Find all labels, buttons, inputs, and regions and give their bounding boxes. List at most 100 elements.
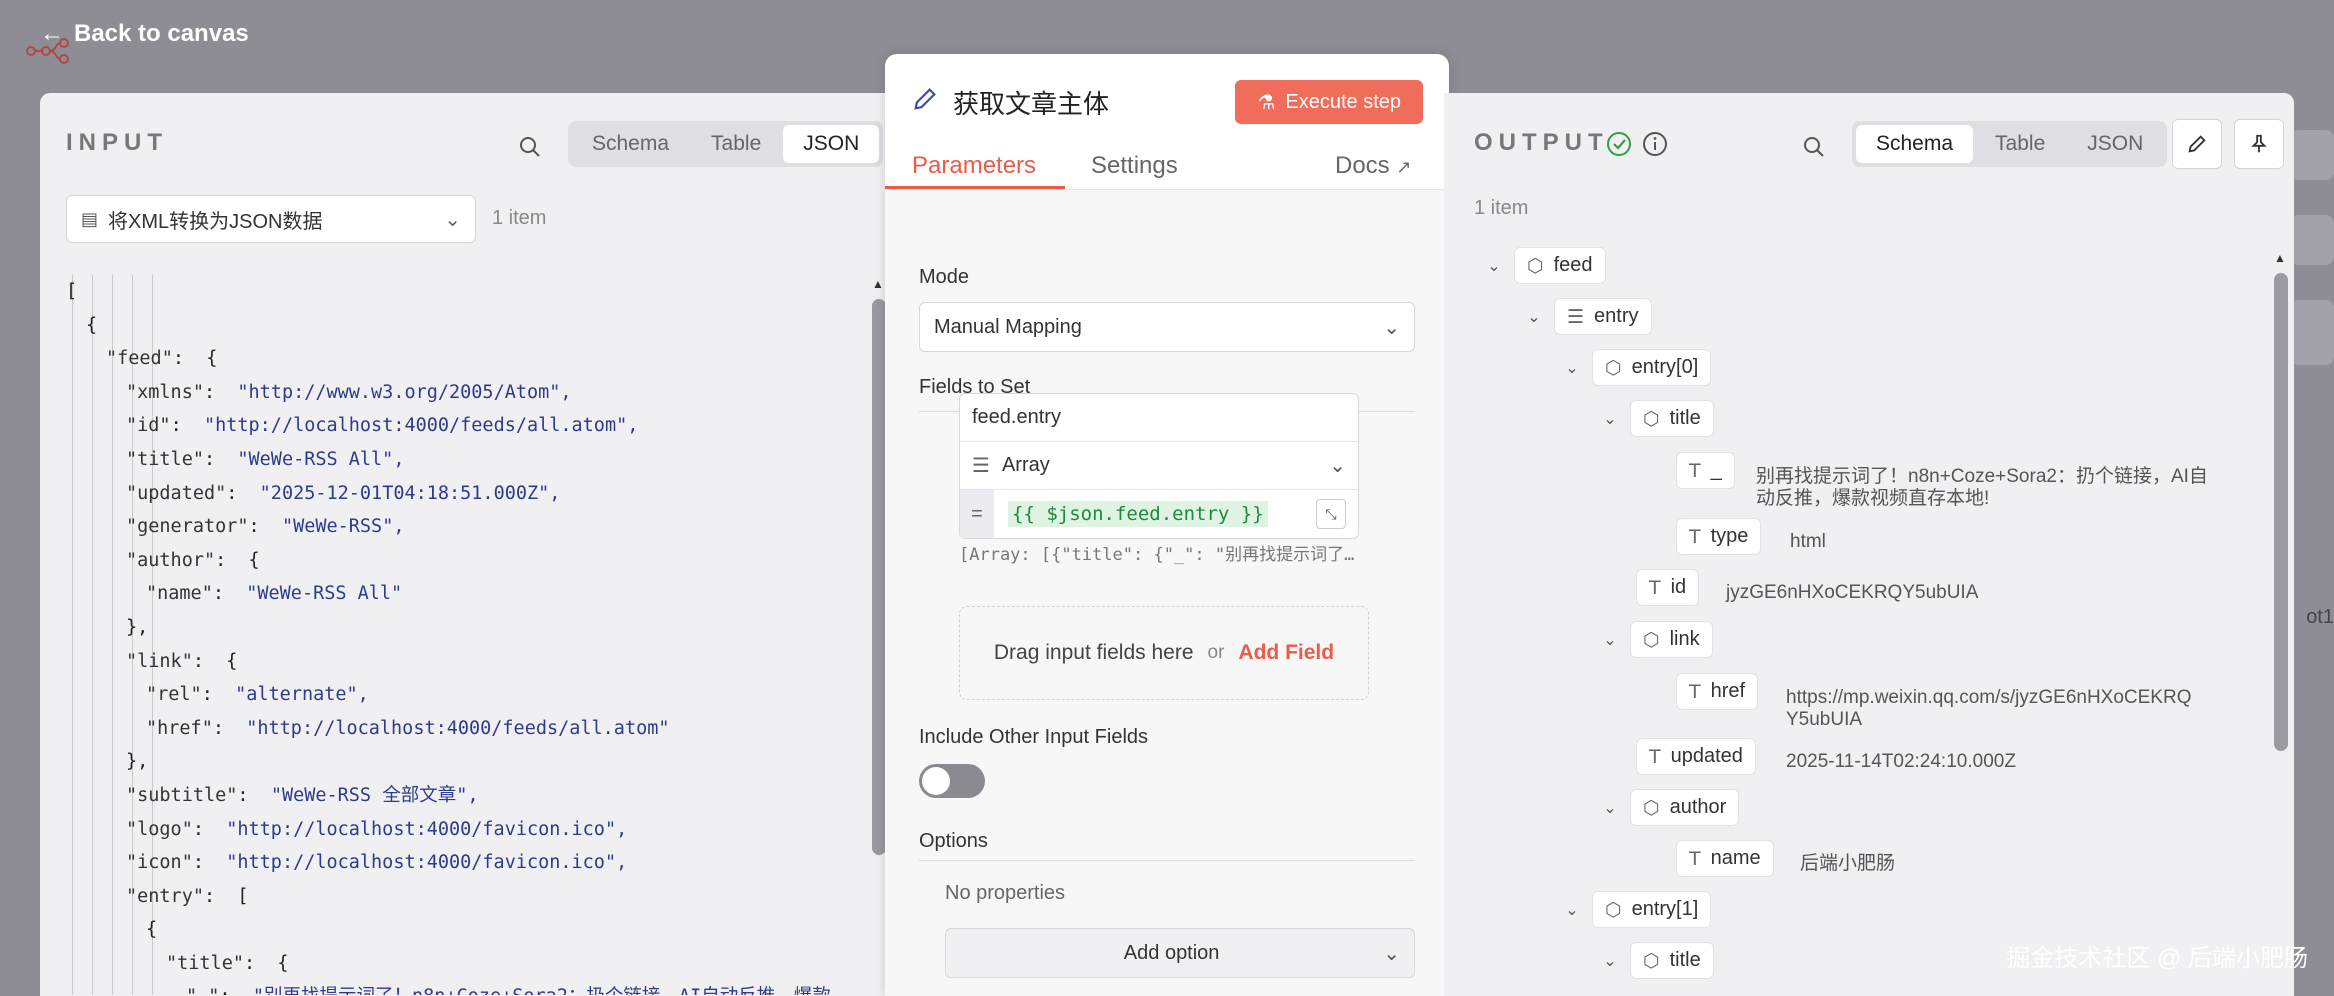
chevron-down-icon[interactable]: ⌄ xyxy=(1600,798,1620,818)
mode-select[interactable]: Manual Mapping ⌄ xyxy=(919,302,1415,352)
tree-node-title[interactable]: ⌄ ⬡ title xyxy=(1600,400,1714,437)
node-tabs: Parameters Settings Docs ↗ xyxy=(885,144,1449,190)
json-line: [ xyxy=(66,281,78,302)
updated-value: 2025-11-14T02:24:10.000Z xyxy=(1786,751,2016,772)
field-name-value: feed.entry xyxy=(972,406,1061,428)
expression-preview: [Array: [{"title": {"_": "别再找提示词了！n8n+Co… xyxy=(959,545,1369,565)
chevron-down-icon[interactable]: ⌄ xyxy=(1562,358,1582,378)
execute-step-button[interactable]: ⚗ Execute step xyxy=(1235,80,1423,124)
object-icon: ⬡ xyxy=(1605,356,1622,379)
pencil-icon xyxy=(2188,135,2206,153)
add-option-select[interactable]: Add option ⌄ xyxy=(945,928,1415,978)
arrow-left-icon: ← xyxy=(40,20,64,47)
json-line: "author": { xyxy=(126,549,260,571)
edit-output-button[interactable] xyxy=(2172,119,2222,169)
tree-node-updated[interactable]: Tupdated xyxy=(1636,738,1756,775)
search-icon[interactable] xyxy=(1796,129,1832,165)
json-line: "entry": [ xyxy=(126,885,249,907)
input-node-name: 将XML转换为JSON数据 xyxy=(108,210,323,233)
expression-value: {{ $json.feed.entry }} xyxy=(1008,501,1268,527)
tab-docs[interactable]: Docs ↗ xyxy=(1335,152,1411,180)
object-icon: ⬡ xyxy=(1605,898,1622,921)
output-item-count: 1 item xyxy=(1474,197,1529,219)
chevron-down-icon[interactable]: ⌄ xyxy=(1484,256,1504,276)
add-field-link[interactable]: Add Field xyxy=(1238,641,1334,665)
field-name-input[interactable]: feed.entry xyxy=(960,394,1358,442)
json-line: "icon": "http://localhost:4000/favicon.i… xyxy=(126,852,628,874)
text-type-icon: T xyxy=(1689,525,1701,548)
type-value: html xyxy=(1790,531,1826,552)
scroll-up-icon[interactable]: ▲ xyxy=(872,277,884,291)
json-line: "_": "别再找提示词了！n8n+Coze+Sora2：扔个链接，AI自动反推… xyxy=(66,980,866,995)
active-tab-indicator xyxy=(885,186,1065,189)
background-card xyxy=(2290,215,2334,265)
field-type-select[interactable]: ☰ Array ⌄ xyxy=(960,442,1358,490)
field-value-expression[interactable]: = {{ $json.feed.entry }} ⤡ xyxy=(960,490,1358,538)
list-icon: ☰ xyxy=(1567,305,1585,328)
tab-json[interactable]: JSON xyxy=(2067,125,2163,163)
input-scrollbar[interactable] xyxy=(872,299,886,855)
json-line: "link": { xyxy=(126,650,238,672)
back-to-canvas-button[interactable]: ← Back to canvas xyxy=(40,20,249,48)
pin-data-button[interactable] xyxy=(2234,119,2284,169)
json-line: { xyxy=(86,314,98,336)
include-other-fields-label: Include Other Input Fields xyxy=(919,726,1149,748)
expand-expression-icon[interactable]: ⤡ xyxy=(1316,499,1346,529)
text-type-icon: T xyxy=(1689,847,1701,870)
underscore-value: 别再找提示词了！n8n+Coze+Sora2：扔个链接，AI自 动反推，爆款视频… xyxy=(1756,466,2208,509)
background-card xyxy=(2290,130,2334,180)
background-text: ot1 xyxy=(2306,606,2334,628)
json-line: "href": "http://localhost:4000/feeds/all… xyxy=(146,717,670,739)
tree-node-name[interactable]: Tname xyxy=(1676,840,1774,877)
input-node-select[interactable]: ▤ 将XML转换为JSON数据 ⌄ xyxy=(66,195,476,243)
parameters-form: Mode Manual Mapping ⌄ Fields to Set xyxy=(885,190,1449,996)
tree-node-author[interactable]: ⌄ ⬡ author xyxy=(1600,789,1740,826)
scroll-up-icon[interactable]: ▲ xyxy=(2274,251,2286,265)
tree-node-href[interactable]: Thref xyxy=(1676,673,1759,710)
info-icon[interactable] xyxy=(1642,131,1668,162)
tree-node-title-2[interactable]: ⌄ ⬡ title xyxy=(1600,942,1714,979)
node-name[interactable]: 获取文章主体 xyxy=(953,84,1109,121)
chevron-down-icon[interactable]: ⌄ xyxy=(1600,951,1620,971)
tree-node-underscore[interactable]: T _ xyxy=(1676,452,1735,489)
chevron-down-icon[interactable]: ⌄ xyxy=(1600,630,1620,650)
tab-parameters[interactable]: Parameters xyxy=(912,152,1036,180)
output-scrollbar[interactable] xyxy=(2274,273,2288,751)
field-type-value: Array xyxy=(1001,454,1050,476)
equals-icon: = xyxy=(960,490,994,538)
tree-node-entry[interactable]: ⌄ ☰ entry xyxy=(1524,298,1652,335)
include-other-fields-toggle[interactable] xyxy=(919,764,985,798)
success-check-icon xyxy=(1606,131,1632,162)
tab-table[interactable]: Table xyxy=(1975,125,2065,163)
chevron-down-icon[interactable]: ⌄ xyxy=(1524,307,1544,327)
tab-settings[interactable]: Settings xyxy=(1091,152,1178,180)
json-line: }, xyxy=(126,751,149,773)
name-value: 后端小肥肠 xyxy=(1800,853,1896,874)
tree-node-id[interactable]: Tid xyxy=(1636,569,1700,606)
text-type-icon: T xyxy=(1689,680,1701,703)
tree-node-entry-1[interactable]: ⌄ ⬡ entry[1] xyxy=(1562,891,1712,928)
json-line: "logo": "http://localhost:4000/favicon.i… xyxy=(126,818,628,840)
chevron-down-icon[interactable]: ⌄ xyxy=(1562,900,1582,920)
pencil-icon[interactable] xyxy=(911,85,939,120)
tab-table[interactable]: Table xyxy=(691,125,781,163)
chevron-down-icon: ⌄ xyxy=(1383,316,1400,339)
tab-json[interactable]: JSON xyxy=(783,125,880,163)
tree-node-type[interactable]: Ttype xyxy=(1676,518,1762,555)
output-panel: OUTPUT Schema Table JSON 1 item ⌄ ⬡ feed … xyxy=(1444,93,2294,996)
search-icon[interactable] xyxy=(512,129,548,165)
drop-zone[interactable]: Drag input fields here or Add Field xyxy=(959,606,1369,700)
tab-schema[interactable]: Schema xyxy=(1856,125,1974,163)
text-type-icon: T xyxy=(1649,576,1661,599)
object-icon: ⬡ xyxy=(1643,949,1660,972)
chevron-down-icon[interactable]: ⌄ xyxy=(1600,409,1620,429)
tree-node-entry-0[interactable]: ⌄ ⬡ entry[0] xyxy=(1562,349,1712,386)
mode-label: Mode xyxy=(919,266,970,288)
input-item-count: 1 item xyxy=(492,207,547,229)
add-option-label: Add option xyxy=(1123,941,1220,964)
tree-node-link[interactable]: ⌄ ⬡ link xyxy=(1600,621,1713,658)
tree-node-feed[interactable]: ⌄ ⬡ feed xyxy=(1484,247,1606,284)
field-assignment: feed.entry ☰ Array ⌄ = {{ $json.feed.ent… xyxy=(959,393,1359,539)
href-value: https://mp.weixin.qq.com/s/jyzGE6nHXoCEK… xyxy=(1786,687,2192,730)
tab-schema[interactable]: Schema xyxy=(572,125,689,163)
